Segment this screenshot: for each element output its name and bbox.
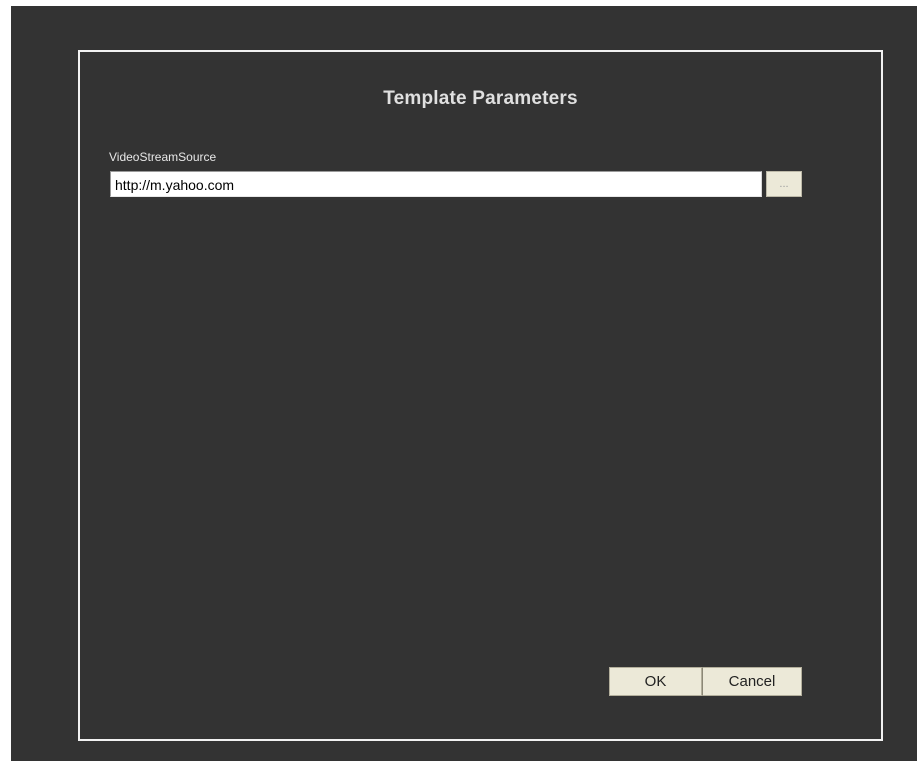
dialog-button-row: OK Cancel bbox=[609, 667, 802, 696]
cancel-button[interactable]: Cancel bbox=[702, 667, 802, 696]
video-stream-source-input[interactable] bbox=[110, 171, 762, 197]
screen-background: Template Parameters VideoStreamSource ..… bbox=[11, 6, 917, 761]
ok-button[interactable]: OK bbox=[609, 667, 702, 696]
browse-button[interactable]: ... bbox=[766, 171, 802, 197]
video-stream-source-label: VideoStreamSource bbox=[109, 150, 217, 164]
template-parameters-dialog: Template Parameters VideoStreamSource ..… bbox=[78, 50, 883, 741]
dialog-title: Template Parameters bbox=[383, 88, 578, 109]
